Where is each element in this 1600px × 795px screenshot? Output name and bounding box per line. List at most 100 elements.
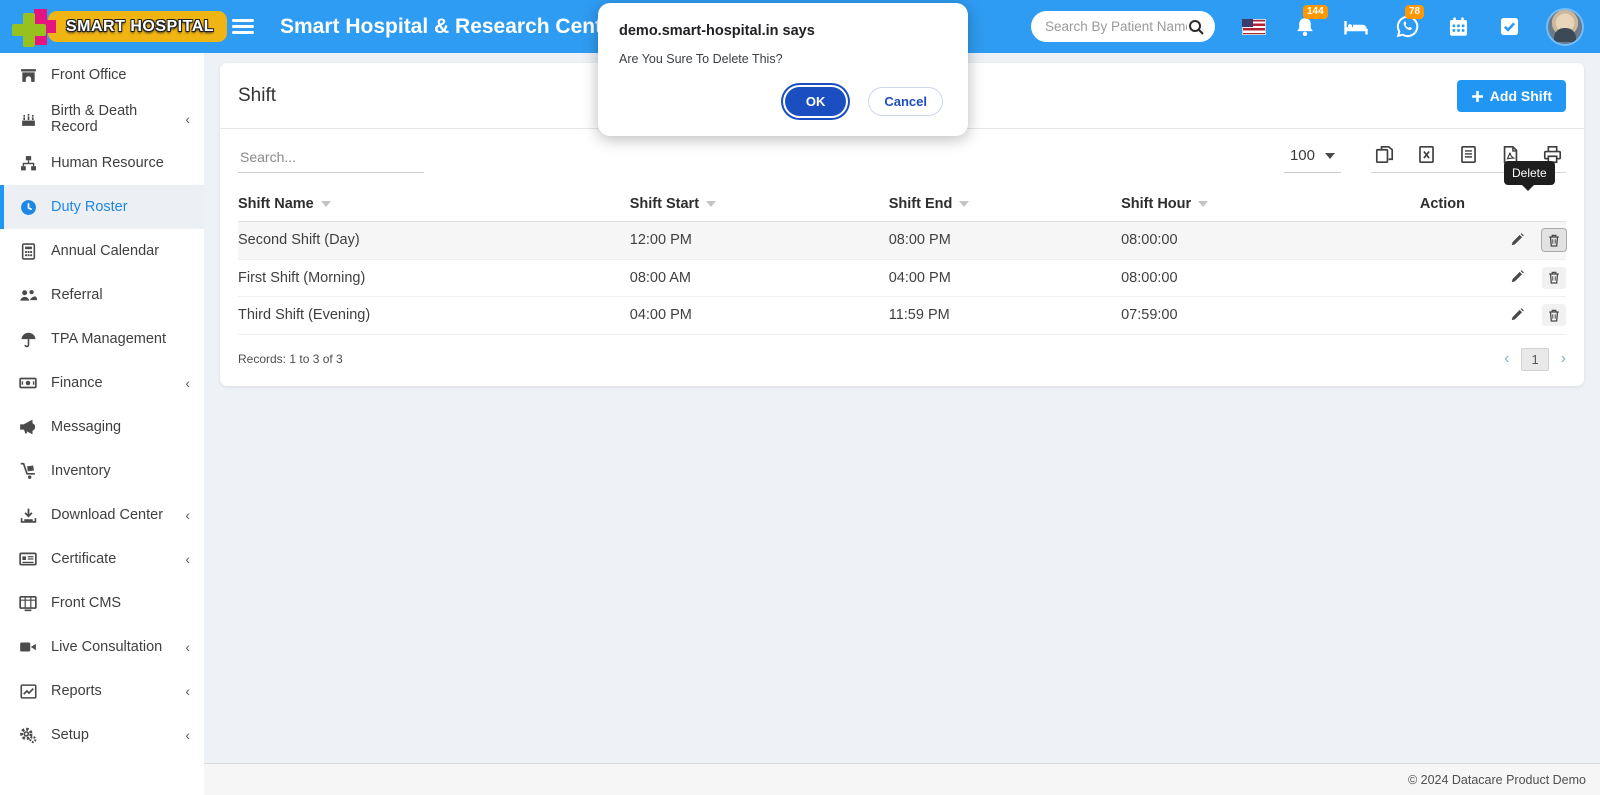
cell-shift-end: 08:00 PM (889, 222, 1121, 260)
sidebar-item-human-resource[interactable]: Human Resource (0, 141, 204, 185)
excel-icon[interactable] (1417, 145, 1436, 164)
sidebar-item-label: TPA Management (51, 331, 166, 347)
gears-icon (18, 726, 38, 744)
edit-icon[interactable] (1506, 267, 1530, 289)
sidebar-item-inventory[interactable]: Inventory (0, 449, 204, 493)
copyright-text: © 2024 Datacare Product Demo (1408, 773, 1586, 787)
page-number-button[interactable]: 1 (1521, 348, 1548, 371)
language-flag-icon[interactable] (1242, 15, 1266, 39)
main-content: Shift Add Shift 100 (204, 53, 1600, 763)
sidebar-item-label: Referral (51, 287, 103, 303)
search-icon[interactable] (1187, 18, 1205, 36)
file-text-icon[interactable] (1459, 145, 1478, 164)
dialog-title: demo.smart-hospital.in says (619, 23, 947, 39)
col-shift-hour[interactable]: Shift Hour (1121, 187, 1420, 222)
delete-tooltip: Delete (1504, 161, 1555, 185)
sidebar-item-download-center[interactable]: Download Center ‹ (0, 493, 204, 537)
menu-toggle-icon[interactable] (232, 19, 254, 35)
sort-icon[interactable] (706, 201, 716, 207)
notification-badge: 144 (1303, 5, 1328, 19)
cell-shift-name: First Shift (Morning) (238, 259, 630, 297)
col-shift-end[interactable]: Shift End (889, 187, 1121, 222)
sidebar-item-annual-calendar[interactable]: Annual Calendar (0, 229, 204, 273)
sidebar-item-duty-roster[interactable]: Duty Roster (0, 185, 204, 229)
cancel-button[interactable]: Cancel (868, 87, 943, 116)
sidebar-item-label: Live Consultation (51, 639, 162, 655)
umbrella-icon (18, 330, 38, 348)
cell-shift-hour: 08:00:00 (1121, 222, 1420, 260)
sidebar-item-reports[interactable]: Reports ‹ (0, 669, 204, 713)
sidebar-item-messaging[interactable]: Messaging (0, 405, 204, 449)
ok-button[interactable]: OK (785, 87, 847, 116)
task-check-icon[interactable] (1497, 15, 1521, 39)
calculator-icon (18, 242, 38, 260)
cell-shift-name: Third Shift (Evening) (238, 297, 630, 335)
cell-shift-name: Second Shift (Day) (238, 222, 630, 260)
edit-icon[interactable] (1506, 304, 1530, 326)
page-title: Shift (238, 85, 276, 107)
id-card-icon (18, 550, 38, 568)
sidebar-item-label: Front Office (51, 67, 126, 83)
sidebar-item-label: Certificate (51, 551, 116, 567)
sidebar-item-referral[interactable]: Referral (0, 273, 204, 317)
table-search-input[interactable] (238, 145, 424, 173)
confirm-dialog: demo.smart-hospital.in says Are You Sure… (598, 3, 968, 136)
chevron-down-icon (1325, 153, 1335, 159)
cell-shift-hour: 08:00:00 (1121, 259, 1420, 297)
chevron-left-icon: ‹ (185, 683, 190, 699)
users-icon (18, 286, 38, 304)
col-shift-name[interactable]: Shift Name (238, 187, 630, 222)
add-shift-button[interactable]: Add Shift (1457, 80, 1566, 112)
bed-icon[interactable] (1344, 15, 1368, 39)
chevron-left-icon: ‹ (185, 507, 190, 523)
clock-icon (18, 198, 38, 216)
sidebar-item-birth-death-record[interactable]: Birth & Death Record ‹ (0, 97, 204, 141)
bullhorn-icon (18, 418, 38, 436)
app-logo[interactable]: SMART HOSPITAL (12, 7, 208, 47)
trash-icon[interactable] (1542, 229, 1566, 251)
sidebar-item-live-consultation[interactable]: Live Consultation ‹ (0, 625, 204, 669)
trash-icon[interactable] (1542, 304, 1566, 326)
table-row[interactable]: Second Shift (Day) 12:00 PM 08:00 PM 08:… (238, 222, 1566, 260)
sidebar-item-label: Annual Calendar (51, 243, 159, 259)
trash-icon[interactable] (1542, 267, 1566, 289)
sidebar-item-finance[interactable]: Finance ‹ (0, 361, 204, 405)
table-row[interactable]: First Shift (Morning) 08:00 AM 04:00 PM … (238, 259, 1566, 297)
sidebar-item-front-office[interactable]: Front Office (0, 53, 204, 97)
whatsapp-icon[interactable]: 78 (1395, 15, 1419, 39)
calendar-icon[interactable] (1446, 15, 1470, 39)
sidebar-item-setup[interactable]: Setup ‹ (0, 713, 204, 757)
sidebar-item-tpa-management[interactable]: TPA Management (0, 317, 204, 361)
sort-icon[interactable] (1198, 201, 1208, 207)
user-avatar[interactable] (1548, 10, 1582, 44)
sidebar-item-label: Finance (51, 375, 103, 391)
sidebar-item-label: Reports (51, 683, 102, 699)
dialog-message: Are You Sure To Delete This? (619, 52, 947, 66)
sitemap-icon (18, 154, 38, 172)
copy-icon[interactable] (1375, 145, 1394, 164)
sort-icon[interactable] (959, 201, 969, 207)
next-page-icon[interactable]: › (1561, 351, 1566, 367)
sidebar-item-label: Front CMS (51, 595, 121, 611)
sidebar-item-label: Duty Roster (51, 199, 128, 215)
sidebar-item-label: Messaging (51, 419, 121, 435)
col-shift-start[interactable]: Shift Start (630, 187, 889, 222)
sidebar-item-certificate[interactable]: Certificate ‹ (0, 537, 204, 581)
page-size-select[interactable]: 100 (1284, 145, 1341, 173)
sort-icon[interactable] (321, 201, 331, 207)
whatsapp-badge: 78 (1405, 5, 1424, 19)
edit-icon[interactable] (1506, 229, 1530, 251)
prev-page-icon[interactable]: ‹ (1504, 351, 1509, 367)
video-icon (18, 638, 38, 656)
sidebar-item-label: Setup (51, 727, 89, 743)
download-icon (18, 506, 38, 524)
patient-search-input[interactable] (1045, 19, 1187, 34)
chevron-left-icon: ‹ (185, 111, 190, 127)
patient-search[interactable] (1031, 11, 1215, 42)
table-row[interactable]: Third Shift (Evening) 04:00 PM 11:59 PM … (238, 297, 1566, 335)
brand-name: SMART HOSPITAL (66, 18, 214, 36)
table-footer: Records: 1 to 3 of 3 ‹ 1 › (220, 335, 1584, 386)
sidebar-item-front-cms[interactable]: Front CMS (0, 581, 204, 625)
notifications-bell-icon[interactable]: 144 (1293, 15, 1317, 39)
archway-icon (18, 66, 38, 84)
